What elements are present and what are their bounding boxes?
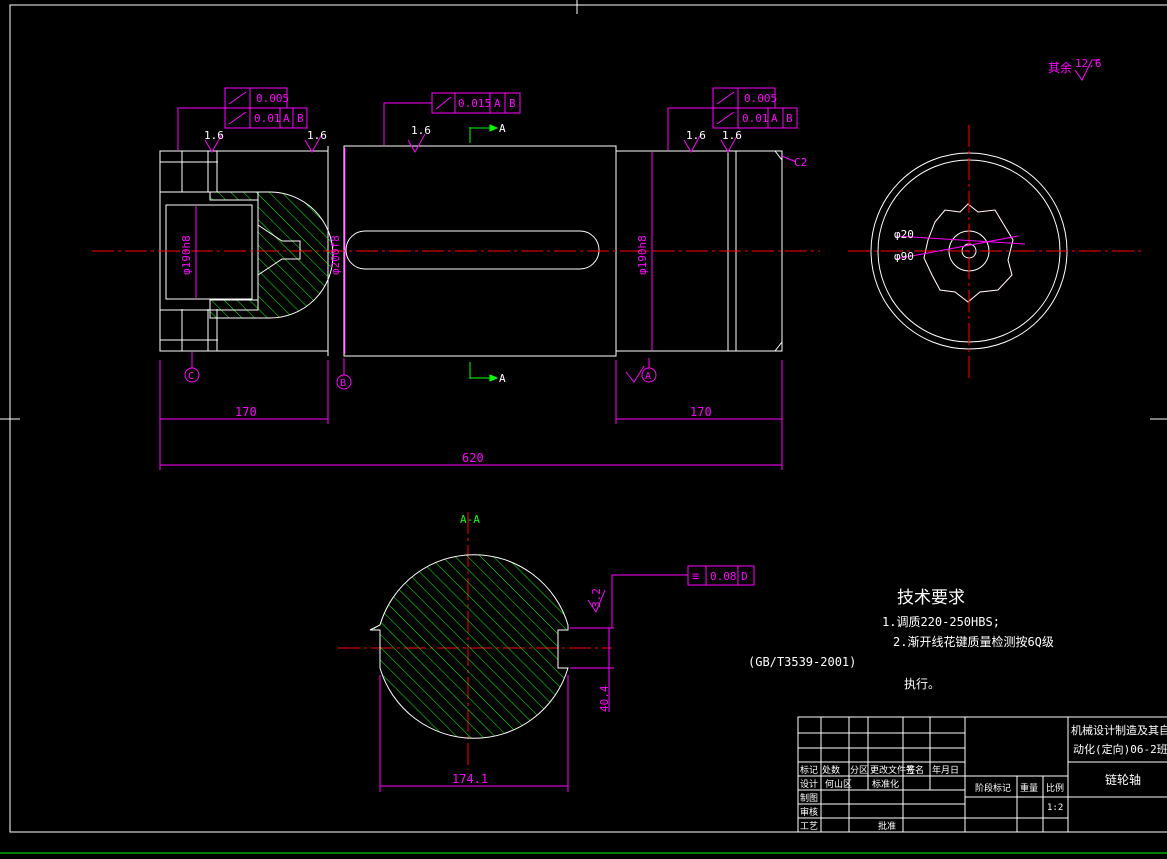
tb-stage: 阶段标记 [975,782,1011,794]
tol-left-bottom: 0.01 [254,112,281,125]
roughness-r5: 1.6 [722,129,742,142]
tol-middle-datum2: B [509,97,516,110]
section-tol-datum: D [741,570,748,583]
tol-right-bottom: 0.01 [742,112,769,125]
dim-d-left: φ190h8 [180,235,193,275]
dim-d-center: φ200f8 [329,235,342,275]
section-arrow-bottom [469,362,499,382]
chamfer-c2: C2 [794,156,807,169]
section-title: A-A [460,513,480,526]
tb-design-line2: 动化(定向)06-2班 [1073,742,1167,756]
roughness-r4: 1.6 [686,129,706,142]
tb-part-name: 链轮轴 [1105,772,1141,787]
cad-drawing-canvas: φ190h8 φ200f8 φ190h8 170 170 620 1.6 1.6… [0,0,1167,854]
datum-markers [184,352,657,390]
dim-len-right: 170 [690,405,712,419]
requirements-title: 技术要求 [897,588,965,608]
roughness-rest-value: 12.6 [1075,57,1102,70]
tol-right-datum2: B [786,112,793,125]
dim-d-right: φ190h8 [636,235,649,275]
tb-designer-name: 何山区 [825,778,852,790]
tb-scale-value: 1:2 [1047,803,1063,813]
roughness-r2: 1.6 [307,129,327,142]
section-mark-bottom: A [499,372,506,385]
requirements-line1: 1.调质220-250HBS; [882,615,1000,629]
datum-b: B [340,378,346,389]
tb-design-line1: 机械设计制造及其自 [1071,723,1167,737]
section-arrow-top [469,124,499,143]
roughness-r1: 1.6 [204,129,224,142]
dim-len-left: 170 [235,405,257,419]
tb-approve: 批准 [878,820,896,832]
section-width: 174.1 [452,772,488,786]
tol-left-top: 0.005 [256,92,289,105]
tol-middle-datum1: A [494,97,501,110]
tb-sign: 签名 [906,764,924,776]
datum-a: A [645,371,651,382]
datum-c: C [188,371,194,382]
tb-date: 年月日 [932,764,959,776]
dim-d90: φ90 [894,250,914,263]
section-tol-value: 0.08 [710,570,737,583]
tb-scale: 比例 [1046,782,1064,794]
tol-right-datum1: A [771,112,778,125]
tb-mark: 标记 [800,764,818,776]
tol-left-datum1: A [283,112,290,125]
requirements-standard: (GB/T3539-2001) [748,655,856,669]
tb-check: 制图 [800,792,818,804]
requirements-line2: 2.渐开线花键质量检测按6Q级 [893,634,1054,649]
section-depth: 40.4 [598,685,611,712]
tb-review: 审核 [800,806,818,818]
tb-weight: 重量 [1020,782,1038,794]
section-mark-top: A [499,122,506,135]
section-tol-symbol: ≡ [692,569,699,583]
tb-std: 标准化 [872,778,899,790]
requirements-line3: 执行。 [904,677,940,691]
tb-zone: 分区 [850,765,868,776]
dim-len-total: 620 [462,451,484,465]
tol-middle: 0.015 [458,97,491,110]
end-view-leaders [895,235,1026,260]
tb-count: 处数 [822,764,840,776]
section-body-hatch [369,554,569,739]
dim-d20: φ20 [894,228,914,241]
roughness-r3: 1.6 [411,124,431,137]
tol-right-top: 0.005 [744,92,777,105]
section-roughness: 3.2 [590,588,603,608]
tol-left-datum2: B [297,112,304,125]
tb-designer: 设计 [800,778,818,790]
roughness-rest-label: 其余 [1048,60,1072,75]
left-bore-inner [165,204,253,300]
roughness-marks [204,59,1100,154]
tb-process: 工艺 [800,821,818,832]
